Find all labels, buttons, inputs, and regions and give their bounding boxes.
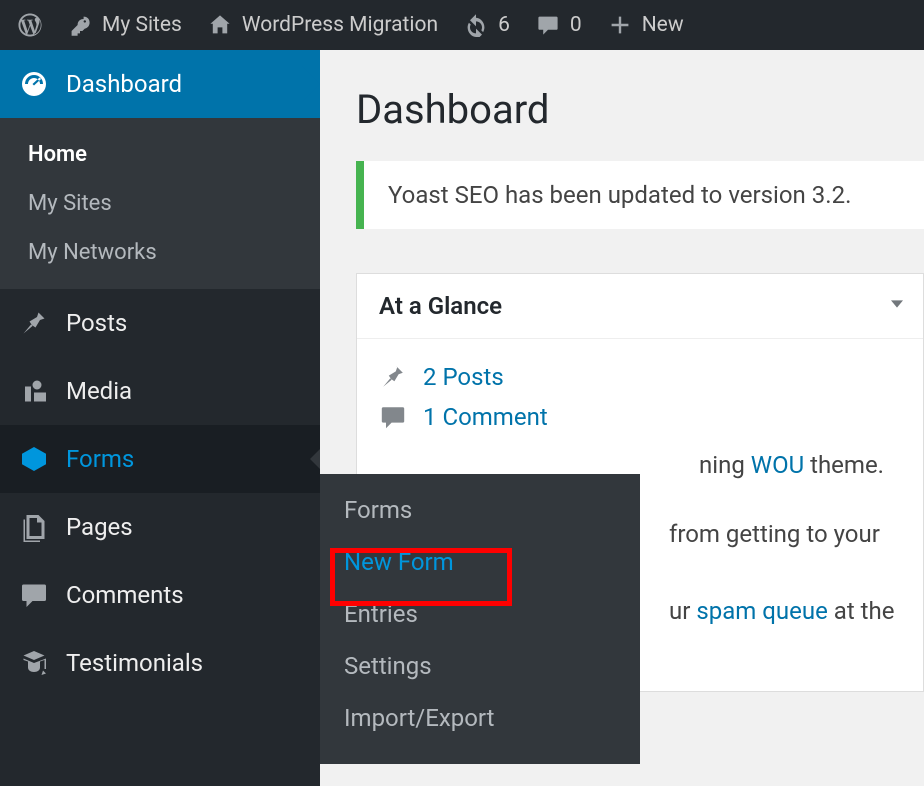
my-sites-label: My Sites: [102, 13, 182, 37]
sidebar-item-label: Posts: [66, 309, 127, 337]
sidebar-item-label: Forms: [66, 445, 134, 473]
flyout-item-entries[interactable]: Entries: [320, 588, 640, 640]
sidebar-item-label: Dashboard: [66, 70, 182, 98]
flyout-item-forms[interactable]: Forms: [320, 484, 640, 536]
new-content-menu[interactable]: New: [600, 0, 692, 50]
update-notice: Yoast SEO has been updated to version 3.…: [356, 161, 924, 229]
box-toggle-icon[interactable]: [885, 292, 913, 320]
admin-sidebar: Dashboard Home My Sites My Networks Post…: [0, 50, 320, 786]
box-header[interactable]: At a Glance: [357, 274, 923, 339]
comments-count: 0: [570, 13, 582, 37]
theme-link[interactable]: WOU: [751, 451, 804, 479]
updates-menu[interactable]: 6: [456, 0, 518, 50]
sidebar-item-label: Comments: [66, 581, 184, 609]
glance-posts-row: 2 Posts: [379, 363, 901, 391]
pin-icon: [18, 307, 50, 339]
pages-icon: [18, 511, 50, 543]
flyout-item-new-form[interactable]: New Form: [320, 536, 640, 588]
comments-menu[interactable]: 0: [528, 0, 590, 50]
plus-icon: [608, 13, 632, 37]
sidebar-item-label: Media: [66, 377, 132, 405]
site-title: WordPress Migration: [242, 13, 438, 37]
posts-link[interactable]: 2 Posts: [423, 363, 504, 391]
sidebar-item-dashboard[interactable]: Dashboard: [0, 50, 320, 118]
sidebar-item-forms[interactable]: Forms: [0, 425, 320, 493]
comments-link[interactable]: 1 Comment: [423, 403, 548, 431]
new-label: New: [642, 13, 684, 37]
forms-icon: [18, 443, 50, 475]
flyout-item-settings[interactable]: Settings: [320, 640, 640, 692]
updates-icon: [464, 13, 488, 37]
box-title: At a Glance: [379, 292, 502, 320]
sidebar-item-posts[interactable]: Posts: [0, 289, 320, 357]
updates-count: 6: [498, 13, 510, 37]
page-title: Dashboard: [356, 86, 924, 133]
my-sites-menu[interactable]: My Sites: [60, 0, 190, 50]
spam-queue-link[interactable]: spam queue: [696, 597, 827, 625]
testimonials-icon: [18, 647, 50, 679]
comment-icon: [18, 579, 50, 611]
theme-text-suffix: theme.: [804, 451, 884, 479]
dashboard-submenu: Home My Sites My Networks: [0, 118, 320, 289]
glance-comments-row: 1 Comment: [379, 403, 901, 431]
submenu-item-my-sites[interactable]: My Sites: [0, 179, 320, 228]
submenu-item-home[interactable]: Home: [0, 130, 320, 179]
home-icon: [208, 13, 232, 37]
media-icon: [18, 375, 50, 407]
sidebar-item-label: Testimonials: [66, 649, 203, 677]
sidebar-item-media[interactable]: Media: [0, 357, 320, 425]
site-name-menu[interactable]: WordPress Migration: [200, 0, 446, 50]
spam-text-2a: ur: [669, 597, 696, 625]
pin-icon: [379, 363, 407, 391]
comment-icon: [536, 13, 560, 37]
wp-logo-menu[interactable]: [10, 0, 50, 50]
sidebar-item-testimonials[interactable]: Testimonials: [0, 629, 320, 697]
submenu-item-my-networks[interactable]: My Networks: [0, 228, 320, 277]
notice-text: Yoast SEO has been updated to version 3.…: [388, 181, 851, 209]
sidebar-item-pages[interactable]: Pages: [0, 493, 320, 561]
sidebar-item-comments[interactable]: Comments: [0, 561, 320, 629]
theme-text-prefix: ning: [699, 451, 751, 479]
comment-icon: [379, 403, 407, 431]
dashboard-icon: [18, 68, 50, 100]
sidebar-item-label: Pages: [66, 513, 133, 541]
key-icon: [68, 13, 92, 37]
forms-flyout-submenu: Forms New Form Entries Settings Import/E…: [320, 474, 640, 764]
wordpress-icon: [18, 13, 42, 37]
admin-toolbar: My Sites WordPress Migration 6 0 New: [0, 0, 924, 50]
flyout-item-import-export[interactable]: Import/Export: [320, 692, 640, 744]
